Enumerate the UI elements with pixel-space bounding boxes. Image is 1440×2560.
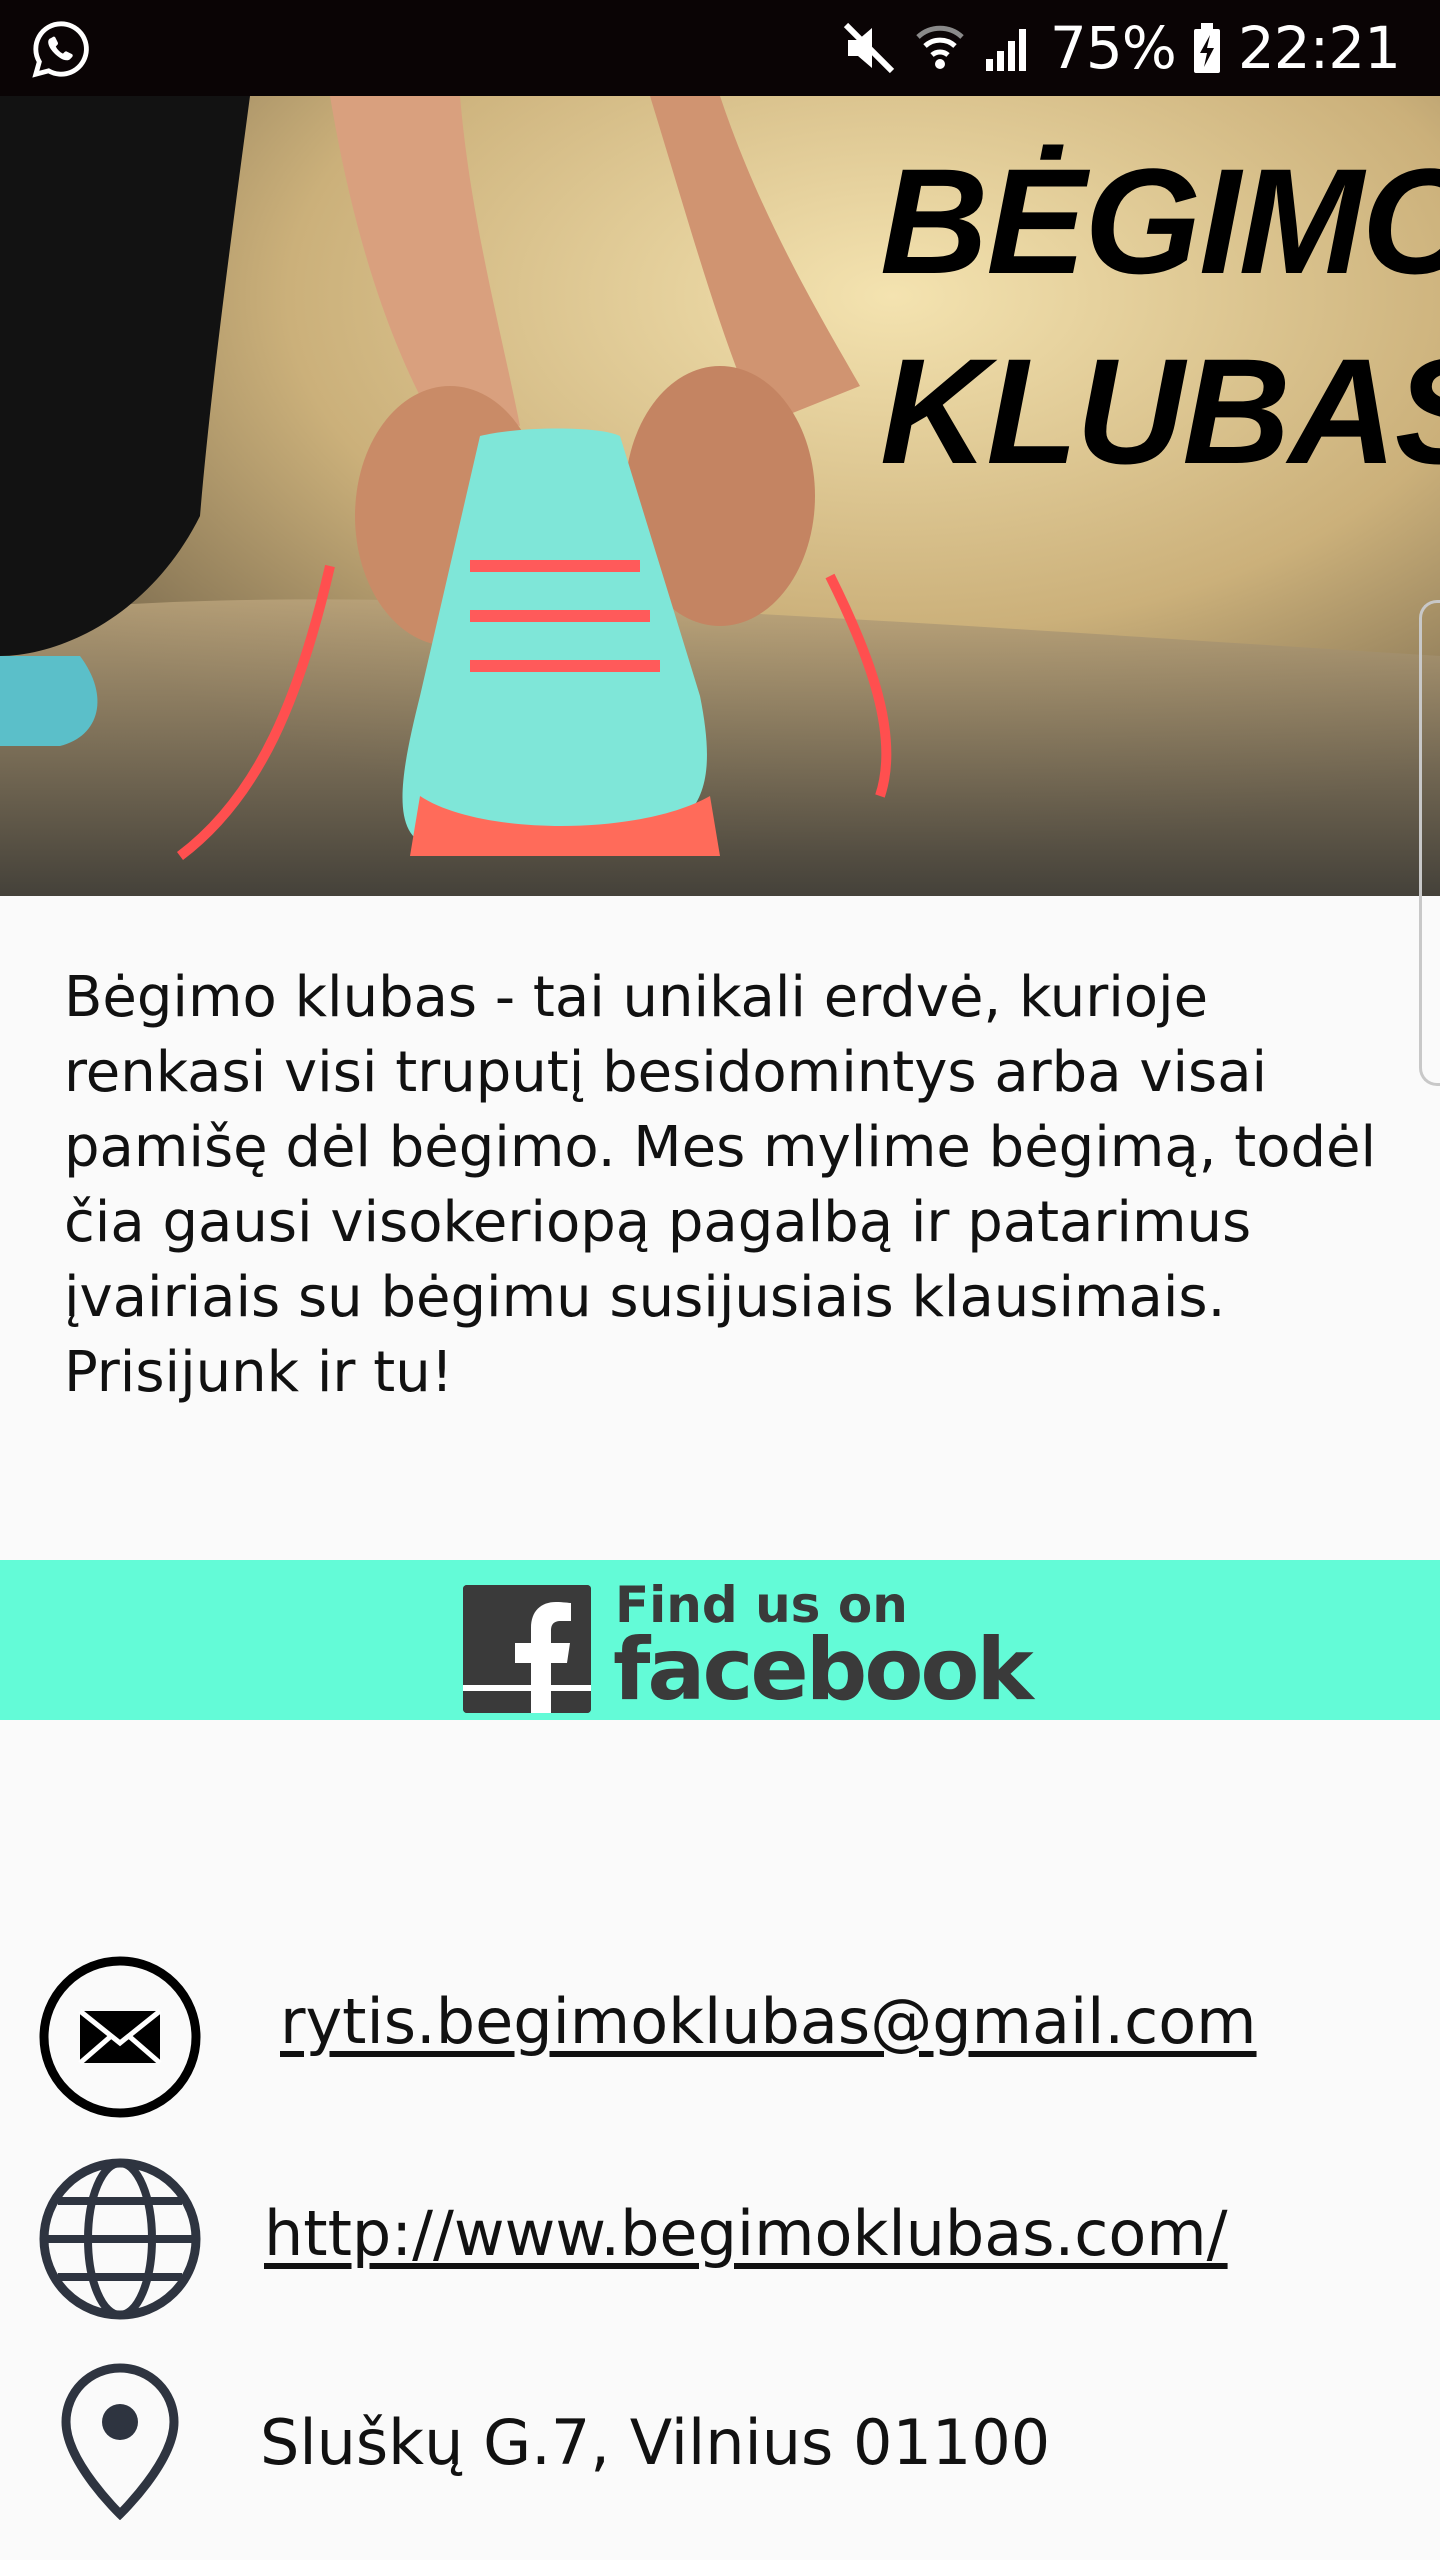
email-link[interactable]: rytis.begimoklubas@gmail.com bbox=[280, 1985, 1257, 2058]
contact-address-row[interactable]: Sluškų G.7, Vilnius 01100 bbox=[0, 2360, 1440, 2530]
facebook-icon bbox=[463, 1585, 591, 1713]
hero-title-line2: KLUBAS bbox=[880, 327, 1440, 495]
hero-banner: BĖGIMO KLUBAS bbox=[0, 96, 1440, 896]
mute-icon bbox=[843, 22, 895, 74]
location-pin-icon bbox=[61, 2363, 179, 2520]
contact-website-row[interactable]: http://www.begimoklubas.com/ bbox=[0, 2157, 1440, 2327]
clock: 22:21 bbox=[1237, 14, 1401, 82]
hero-title-line1: BĖGIMO bbox=[880, 137, 1440, 305]
signal-icon bbox=[985, 29, 1026, 71]
globe-icon bbox=[39, 2158, 201, 2320]
edge-panel-handle[interactable] bbox=[1419, 600, 1440, 1086]
app-screen: 75% 22:21 BĖGIMO KLUBAS Bėgimo klubas - … bbox=[0, 0, 1440, 2560]
battery-percent: 75% bbox=[1049, 14, 1177, 82]
battery-charging-icon bbox=[1193, 23, 1220, 73]
mail-icon bbox=[39, 1956, 201, 2118]
hero-title: BĖGIMO KLUBAS bbox=[880, 126, 1440, 506]
contact-email-row[interactable]: rytis.begimoklubas@gmail.com bbox=[0, 1955, 1440, 2125]
wifi-icon bbox=[916, 25, 964, 69]
website-link[interactable]: http://www.begimoklubas.com/ bbox=[264, 2197, 1228, 2270]
status-bar: 75% 22:21 bbox=[0, 0, 1440, 96]
find-us-on-facebook-button[interactable]: Find us on facebook bbox=[463, 1576, 1034, 1720]
status-indicators: 75% 22:21 bbox=[840, 0, 1401, 96]
facebook-wordmark: facebook bbox=[613, 1620, 1034, 1720]
address-text: Sluškų G.7, Vilnius 01100 bbox=[260, 2406, 1051, 2479]
club-description: Bėgimo klubas - tai unikali erdvė, kurio… bbox=[64, 965, 1377, 1405]
facebook-banner[interactable]: Find us on facebook bbox=[0, 1560, 1440, 1720]
whatsapp-icon bbox=[32, 21, 89, 78]
